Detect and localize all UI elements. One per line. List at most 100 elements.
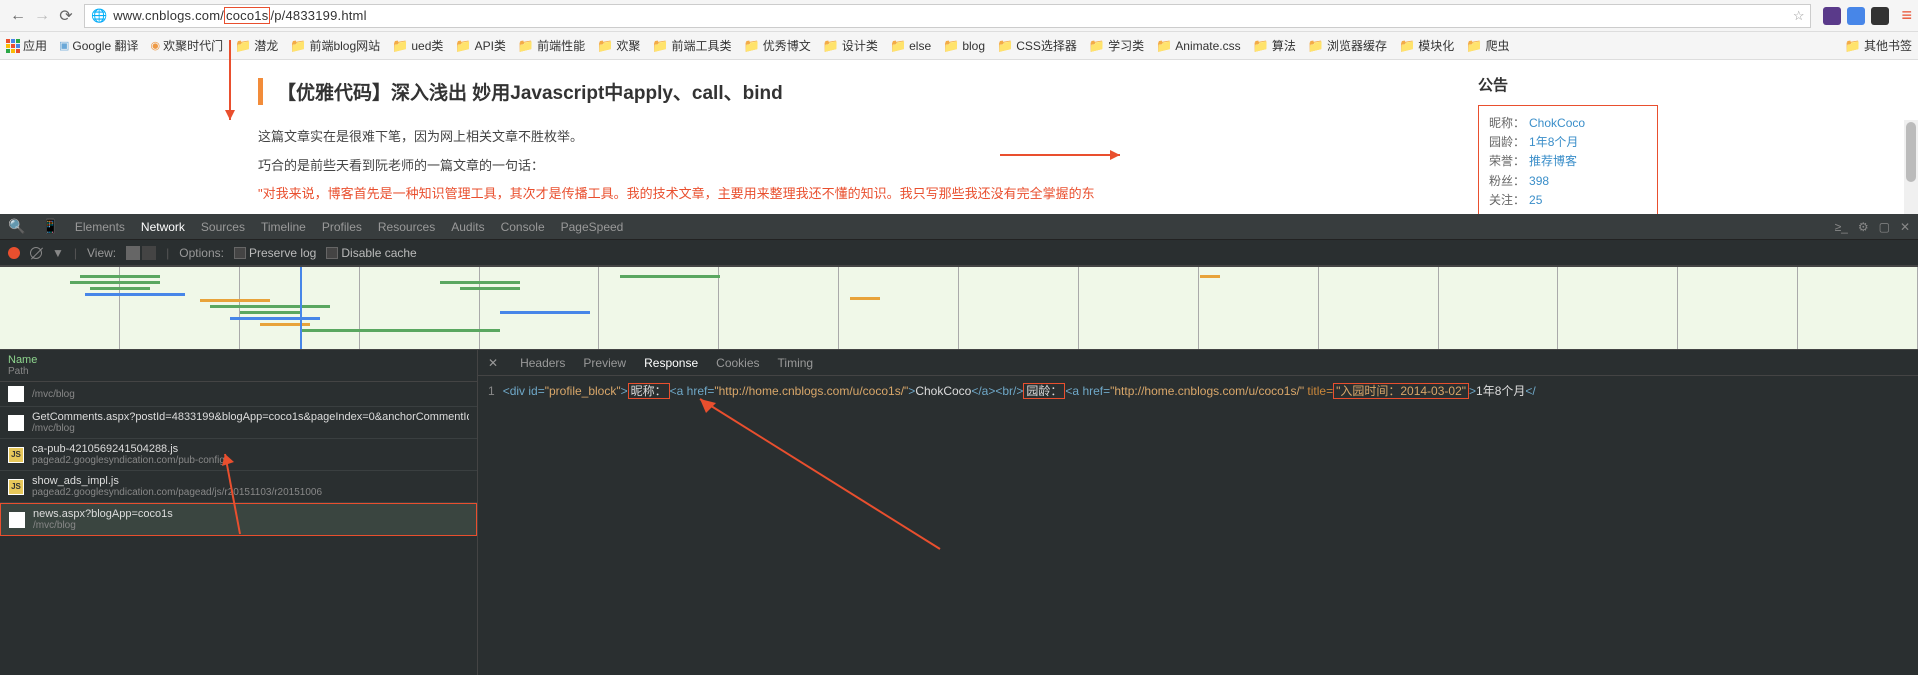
request-row-selected[interactable]: news.aspx?blogApp=coco1s/mvc/blog xyxy=(0,503,477,536)
filter-icon[interactable]: ▼ xyxy=(52,246,64,260)
preserve-log-checkbox[interactable]: Preserve log xyxy=(234,246,316,260)
apps-button[interactable]: 应用 xyxy=(6,37,47,54)
folder-icon: 📁 xyxy=(518,38,534,54)
bookmark-item[interactable]: 📁学习类 xyxy=(1089,37,1144,54)
doc-icon xyxy=(8,386,24,402)
url-bar[interactable]: 🌐 www.cnblogs.com/coco1s/p/4833199.html … xyxy=(84,4,1811,28)
ext-qr-icon[interactable] xyxy=(1871,7,1889,25)
record-button[interactable] xyxy=(8,247,20,259)
tab-network[interactable]: Network xyxy=(141,220,185,234)
tab-timeline[interactable]: Timeline xyxy=(261,220,306,234)
disable-cache-checkbox[interactable]: Disable cache xyxy=(326,246,416,260)
folder-icon: 📁 xyxy=(823,38,839,54)
detail-tabs: ✕ Headers Preview Response Cookies Timin… xyxy=(478,350,1918,376)
profile-row: 园龄：1年8个月 xyxy=(1489,133,1647,152)
request-row[interactable]: /mvc/blog xyxy=(0,382,477,407)
response-body[interactable]: 1<div id="profile_block">昵称：<a href="htt… xyxy=(478,376,1918,405)
page-content: 【优雅代码】深入浅出 妙用Javascript中apply、call、bind … xyxy=(0,60,1918,214)
tab-audits[interactable]: Audits xyxy=(451,220,484,234)
detail-tab-cookies[interactable]: Cookies xyxy=(716,356,759,370)
bookmark-item[interactable]: 📁优秀博文 xyxy=(744,37,811,54)
bookmark-item[interactable]: 📁算法 xyxy=(1253,37,1296,54)
bookmark-item[interactable]: 📁欢聚 xyxy=(597,37,640,54)
bookmark-item[interactable]: 📁爬虫 xyxy=(1466,37,1509,54)
request-row[interactable]: JS show_ads_impl.jspagead2.googlesyndica… xyxy=(0,471,477,503)
request-list: Name Path /mvc/blog GetComments.aspx?pos… xyxy=(0,350,478,675)
network-overview[interactable]: // decorative bars drawn below xyxy=(0,266,1918,350)
tab-elements[interactable]: Elements xyxy=(75,220,125,234)
view-mode[interactable] xyxy=(126,246,156,260)
inspect-icon[interactable]: 🔍 xyxy=(8,218,25,235)
bookmark-item[interactable]: 📁前端blog网站 xyxy=(290,37,380,54)
folder-icon: 📁 xyxy=(943,38,959,54)
detail-tab-headers[interactable]: Headers xyxy=(520,356,565,370)
view-label: View: xyxy=(87,246,116,260)
devtools-tabs: 🔍 📱 Elements Network Sources Timeline Pr… xyxy=(0,214,1918,240)
tab-profiles[interactable]: Profiles xyxy=(322,220,362,234)
bookmark-item[interactable]: 📁Animate.css xyxy=(1156,38,1241,54)
folder-icon: 📁 xyxy=(744,38,760,54)
request-list-header[interactable]: Name Path xyxy=(0,350,477,382)
dock-icon[interactable]: ▢ xyxy=(1879,220,1890,234)
ext-icon[interactable] xyxy=(1823,7,1841,25)
detail-tab-timing[interactable]: Timing xyxy=(778,356,814,370)
folder-icon: 📁 xyxy=(890,38,906,54)
menu-button[interactable]: ≡ xyxy=(1901,5,1912,26)
bookmark-item[interactable]: 📁else xyxy=(890,38,931,54)
tab-resources[interactable]: Resources xyxy=(378,220,435,234)
reload-button[interactable]: ⟳ xyxy=(54,4,78,28)
profile-row: 粉丝：398 xyxy=(1489,172,1647,191)
folder-icon: 📁 xyxy=(1399,38,1415,54)
tab-pagespeed[interactable]: PageSpeed xyxy=(561,220,624,234)
drawer-icon[interactable]: ≥_ xyxy=(1835,220,1848,234)
doc-icon xyxy=(8,415,24,431)
device-icon[interactable]: 📱 xyxy=(41,218,58,235)
back-button[interactable]: ← xyxy=(6,4,30,28)
request-row[interactable]: GetComments.aspx?postId=4833199&blogApp=… xyxy=(0,407,477,439)
devtools: 🔍 📱 Elements Network Sources Timeline Pr… xyxy=(0,214,1918,675)
close-icon[interactable]: ✕ xyxy=(1900,220,1910,234)
apps-icon xyxy=(6,39,20,53)
folder-icon: 📁 xyxy=(1089,38,1105,54)
doc-icon: ▣ xyxy=(59,39,69,52)
tab-console[interactable]: Console xyxy=(501,220,545,234)
forward-button[interactable]: → xyxy=(30,4,54,28)
doc-icon: ◉ xyxy=(150,39,160,52)
bookmark-item[interactable]: 📁潜龙 xyxy=(235,37,278,54)
folder-icon: 📁 xyxy=(997,38,1013,54)
bookmark-item[interactable]: 📁设计类 xyxy=(823,37,878,54)
article-para: 巧合的是前些天看到阮老师的一篇文章的一句话： xyxy=(258,152,1098,181)
response-highlight: "入园时间：2014-03-02" xyxy=(1333,383,1469,399)
folder-icon: 📁 xyxy=(597,38,613,54)
bookmark-item[interactable]: 📁浏览器缓存 xyxy=(1308,37,1387,54)
folder-icon: 📁 xyxy=(1253,38,1269,54)
js-icon: JS xyxy=(8,479,24,495)
settings-icon[interactable]: ⚙ xyxy=(1858,220,1869,234)
response-highlight: 昵称： xyxy=(628,383,670,399)
bookmark-item[interactable]: 📁ued类 xyxy=(392,37,443,54)
extensions xyxy=(1817,7,1895,25)
folder-icon: 📁 xyxy=(455,38,471,54)
bookmark-item[interactable]: 📁模块化 xyxy=(1399,37,1454,54)
bookmark-item[interactable]: 📁blog xyxy=(943,38,985,54)
detail-tab-preview[interactable]: Preview xyxy=(583,356,626,370)
clear-button[interactable] xyxy=(30,247,42,259)
scrollbar-thumb[interactable] xyxy=(1906,122,1916,182)
bookmarks-bar: 应用 ▣Google 翻译 ◉欢聚时代门 📁潜龙 📁前端blog网站 📁ued类… xyxy=(0,32,1918,60)
request-row[interactable]: JS ca-pub-4210569241504288.jspagead2.goo… xyxy=(0,439,477,471)
ext-icon[interactable] xyxy=(1847,7,1865,25)
url-text: www.cnblogs.com/coco1s/p/4833199.html xyxy=(113,8,1787,23)
detail-tab-response[interactable]: Response xyxy=(644,356,698,370)
tab-sources[interactable]: Sources xyxy=(201,220,245,234)
bookmark-item[interactable]: 📁API类 xyxy=(455,37,506,54)
bookmark-item[interactable]: ◉欢聚时代门 xyxy=(150,37,223,54)
bookmark-item[interactable]: 📁前端性能 xyxy=(518,37,585,54)
other-bookmarks[interactable]: 📁其他书签 xyxy=(1845,37,1912,54)
profile-row: 荣誉：推荐博客 xyxy=(1489,152,1647,171)
star-icon[interactable]: ☆ xyxy=(1793,8,1805,24)
close-detail-icon[interactable]: ✕ xyxy=(488,356,498,370)
folder-icon: 📁 xyxy=(392,38,408,54)
bookmark-item[interactable]: 📁前端工具类 xyxy=(652,37,731,54)
bookmark-item[interactable]: 📁CSS选择器 xyxy=(997,37,1077,54)
bookmark-item[interactable]: ▣Google 翻译 xyxy=(59,37,138,54)
